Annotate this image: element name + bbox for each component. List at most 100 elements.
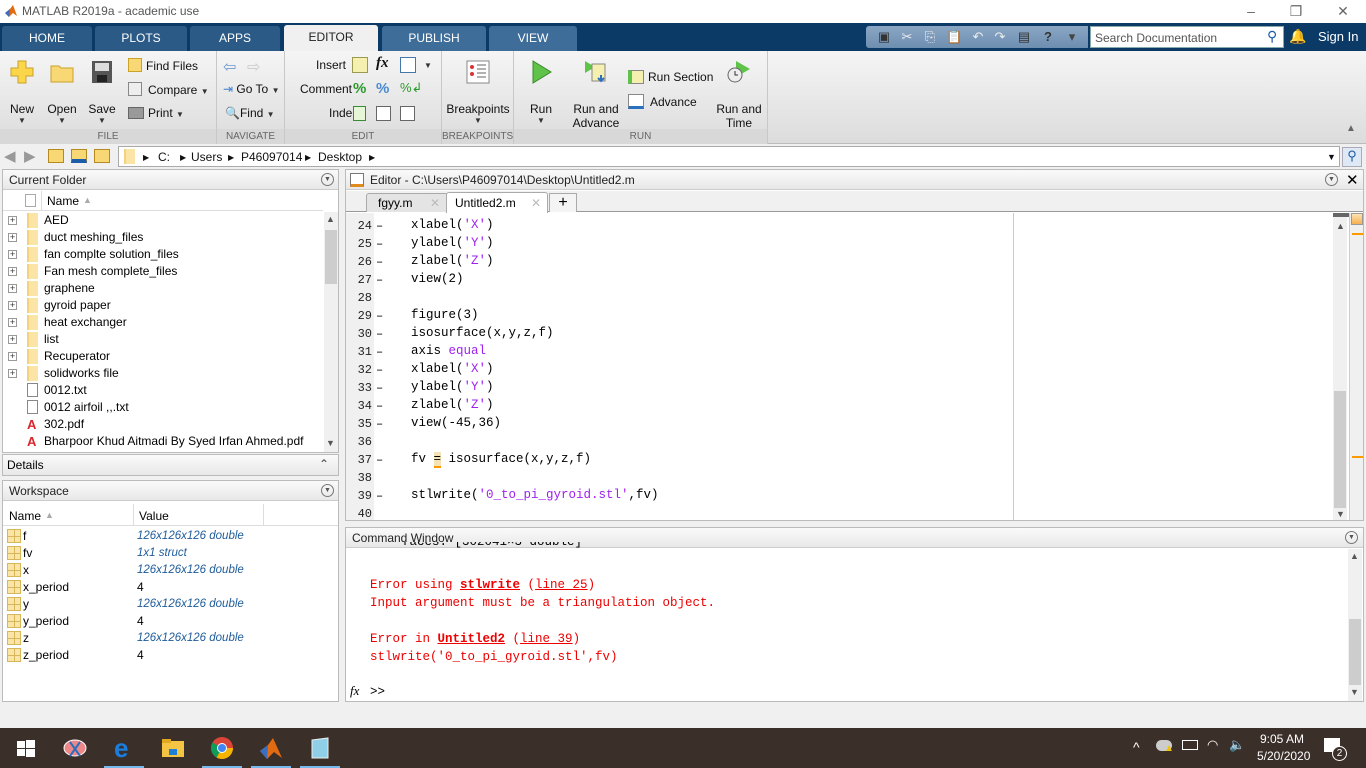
breadcrumb-separator[interactable]: ▶ — [143, 153, 149, 162]
goto-dropdown-arrow[interactable]: ▼ — [272, 86, 280, 95]
split-handle[interactable] — [1333, 213, 1349, 217]
breakpoint-dash[interactable]: – — [376, 363, 383, 377]
tab-home[interactable]: HOME — [2, 26, 92, 51]
folder-list-item[interactable]: + AED — [3, 212, 323, 229]
code-line[interactable]: 39– stlwrite('0_to_pi_gyroid.stl',fv) — [346, 487, 1006, 505]
scroll-up-icon[interactable]: ▲ — [326, 214, 335, 224]
cut-icon[interactable]: ✂ — [899, 29, 915, 45]
redo-icon[interactable]: ↷ — [992, 29, 1008, 45]
editor-actions-icon[interactable]: ▼ — [1325, 173, 1338, 186]
browse-folder-icon[interactable] — [71, 149, 87, 163]
scroll-thumb[interactable] — [1349, 619, 1361, 685]
customize-toolbar-icon[interactable]: ▾ — [1064, 29, 1080, 45]
path-history-dropdown[interactable]: ▼ — [1327, 152, 1336, 162]
breakpoint-dash[interactable]: – — [376, 381, 383, 395]
scroll-down-icon[interactable]: ▼ — [1350, 687, 1359, 697]
workspace-variable-row[interactable]: y 126x126x126 double — [3, 596, 338, 613]
breadcrumb-separator[interactable]: ▶ — [369, 153, 375, 162]
notification-bell-icon[interactable]: 🔔 — [1289, 28, 1306, 45]
workspace-variable-row[interactable]: fv 1x1 struct — [3, 545, 338, 562]
code-line[interactable]: 28 — [346, 289, 1006, 307]
details-panel[interactable]: Details ⌃ — [2, 454, 339, 476]
run-button[interactable]: Run ▼ — [526, 59, 556, 125]
new-dropdown-arrow[interactable]: ▼ — [6, 116, 38, 125]
undo-icon[interactable]: ↶ — [970, 29, 986, 45]
folder-list-item[interactable]: 0012 airfoil ,,.txt — [3, 399, 323, 416]
clock[interactable]: 9:05 AM 5/20/2020 — [1257, 732, 1310, 763]
increase-indent-icon[interactable] — [376, 106, 391, 121]
line-39-link[interactable]: line 39 — [520, 632, 573, 646]
breakpoint-dash[interactable]: – — [376, 255, 383, 269]
back-arrow-icon[interactable]: ⇦ — [223, 57, 236, 77]
run-and-advance-button[interactable]: Run and Advance — [566, 59, 626, 130]
insert-section-icon[interactable] — [352, 57, 368, 73]
wrap-comments-icon[interactable]: %↲ — [400, 80, 422, 96]
find-dropdown-arrow[interactable]: ▼ — [267, 110, 275, 119]
code-analyzer-warning-indicator[interactable] — [1351, 213, 1363, 225]
workspace-name-column[interactable]: Name — [9, 509, 41, 523]
code-line[interactable]: 24– xlabel('X') — [346, 217, 1006, 235]
folder-list-item[interactable]: + solidworks file — [3, 365, 323, 382]
expand-folder-icon[interactable]: + — [8, 301, 17, 310]
forward-icon[interactable]: ▶ — [24, 147, 36, 165]
close-editor-icon[interactable]: ✕ — [1346, 171, 1359, 189]
print-dropdown-arrow[interactable]: ▼ — [176, 110, 184, 119]
collapse-ribbon-icon[interactable]: ▲ — [1346, 123, 1356, 134]
workspace-variable-row[interactable]: f 126x126x126 double — [3, 528, 338, 545]
decrease-indent-icon[interactable] — [400, 106, 415, 121]
find-files-button[interactable]: Find Files — [128, 58, 198, 73]
back-icon[interactable]: ◀ — [4, 147, 16, 165]
up-one-level-icon[interactable] — [48, 149, 64, 163]
run-dropdown-arrow[interactable]: ▼ — [526, 116, 556, 125]
expand-folder-icon[interactable]: + — [8, 352, 17, 361]
path-input[interactable]: ▶ C: ▶ Users ▶ P46097014 ▶ Desktop ▶ ▼ — [118, 146, 1340, 167]
close-window-button[interactable]: ✕ — [1320, 0, 1366, 23]
code-line[interactable]: 40 — [346, 505, 1006, 523]
code-line[interactable]: 26– zlabel('Z') — [346, 253, 1006, 271]
chrome-icon[interactable] — [208, 734, 236, 762]
workspace-variable-row[interactable]: z 126x126x126 double — [3, 630, 338, 647]
breadcrumb-separator[interactable]: ▶ — [305, 153, 311, 162]
scroll-up-icon[interactable]: ▲ — [1350, 551, 1359, 561]
browse-for-folder-icon[interactable] — [94, 149, 110, 163]
command-window-actions-icon[interactable]: ▼ — [1345, 531, 1358, 544]
command-input[interactable] — [390, 678, 1340, 698]
scroll-thumb[interactable] — [1334, 391, 1346, 508]
tab-editor[interactable]: EDITOR — [284, 25, 378, 51]
code-line[interactable]: 31– axis equal — [346, 343, 1006, 361]
breakpoints-button[interactable]: Breakpoints ▼ — [446, 59, 510, 125]
goto-button[interactable]: ⇥ Go To ▼ — [223, 82, 279, 96]
folder-list-item[interactable]: + gyroid paper — [3, 297, 323, 314]
battery-charging-icon[interactable] — [1182, 740, 1198, 750]
save-button[interactable]: Save ▼ — [86, 59, 118, 125]
code-line[interactable]: 38 — [346, 469, 1006, 487]
folder-list-item[interactable]: + duct meshing_files — [3, 229, 323, 246]
new-tab-button[interactable]: + — [549, 193, 577, 212]
smart-indent-icon[interactable] — [353, 106, 366, 121]
compare-dropdown-arrow[interactable]: ▼ — [201, 87, 209, 96]
expand-folder-icon[interactable]: + — [8, 233, 17, 242]
tab-apps[interactable]: APPS — [190, 26, 280, 51]
minimize-button[interactable]: – — [1228, 0, 1274, 23]
current-folder-scrollbar[interactable]: ▲ ▼ — [324, 212, 338, 452]
code-line[interactable]: 30– isosurface(x,y,z,f) — [346, 325, 1006, 343]
stlwrite-link[interactable]: stlwrite — [460, 578, 520, 592]
breadcrumb-user-folder[interactable]: P46097014 — [241, 150, 302, 164]
folder-list-item[interactable]: + list — [3, 331, 323, 348]
paste-icon[interactable]: 📋 — [946, 29, 962, 45]
close-tab-icon[interactable]: ✕ — [531, 196, 541, 210]
expand-folder-icon[interactable]: + — [8, 284, 17, 293]
code-line[interactable]: 33– ylabel('Y') — [346, 379, 1006, 397]
show-hidden-icons-chevron[interactable]: ^ — [1133, 739, 1140, 755]
scroll-up-icon[interactable]: ▲ — [1336, 221, 1345, 231]
restore-button[interactable]: ❐ — [1273, 0, 1319, 23]
edge-browser-icon[interactable]: e — [110, 734, 138, 762]
breakpoint-dash[interactable]: – — [376, 345, 383, 359]
line-25-link[interactable]: line 25 — [535, 578, 588, 592]
breadcrumb-desktop[interactable]: Desktop — [318, 150, 362, 164]
warning-marker[interactable] — [1352, 233, 1363, 235]
search-icon[interactable]: ⚲ — [1267, 28, 1277, 45]
breakpoint-dash[interactable]: – — [376, 399, 383, 413]
folder-list-item[interactable]: + Fan mesh complete_files — [3, 263, 323, 280]
code-line[interactable]: 36 — [346, 433, 1006, 451]
